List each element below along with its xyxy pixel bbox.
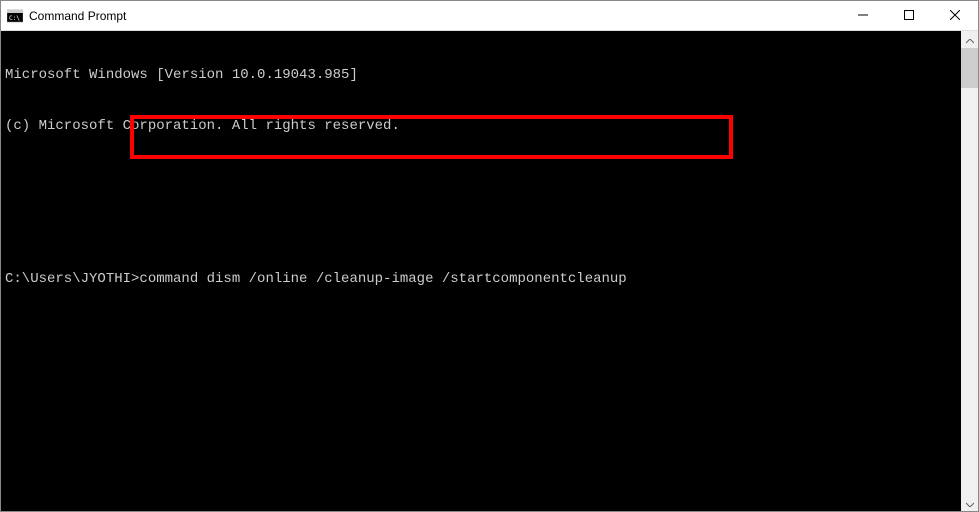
terminal-command-input[interactable]: command dism /online /cleanup-image /sta… xyxy=(139,271,626,288)
titlebar[interactable]: C:\ Command Prompt xyxy=(1,1,978,31)
minimize-icon xyxy=(858,8,868,23)
terminal-prompt-row: C:\Users\JYOTHI>command dism /online /cl… xyxy=(5,271,957,288)
terminal-content[interactable]: Microsoft Windows [Version 10.0.19043.98… xyxy=(1,31,961,511)
svg-text:C:\: C:\ xyxy=(9,15,20,22)
chevron-up-icon xyxy=(966,32,974,47)
terminal-prompt: C:\Users\JYOTHI> xyxy=(5,271,139,288)
maximize-icon xyxy=(904,8,914,23)
titlebar-left: C:\ Command Prompt xyxy=(1,8,840,24)
maximize-button[interactable] xyxy=(886,1,932,30)
terminal-copyright-line: (c) Microsoft Corporation. All rights re… xyxy=(5,118,957,135)
cmd-icon: C:\ xyxy=(7,8,23,24)
vertical-scrollbar[interactable] xyxy=(961,31,978,511)
chevron-down-icon xyxy=(966,495,974,510)
close-button[interactable] xyxy=(932,1,978,30)
window-controls xyxy=(840,1,978,30)
minimize-button[interactable] xyxy=(840,1,886,30)
terminal-area: Microsoft Windows [Version 10.0.19043.98… xyxy=(1,31,978,511)
terminal-version-line: Microsoft Windows [Version 10.0.19043.98… xyxy=(5,67,957,84)
scroll-thumb[interactable] xyxy=(961,48,978,88)
scroll-up-button[interactable] xyxy=(961,31,978,48)
scroll-track[interactable] xyxy=(961,48,978,494)
scroll-down-button[interactable] xyxy=(961,494,978,511)
command-prompt-window: C:\ Command Prompt xyxy=(0,0,979,512)
window-title: Command Prompt xyxy=(29,9,126,23)
close-icon xyxy=(950,8,960,23)
